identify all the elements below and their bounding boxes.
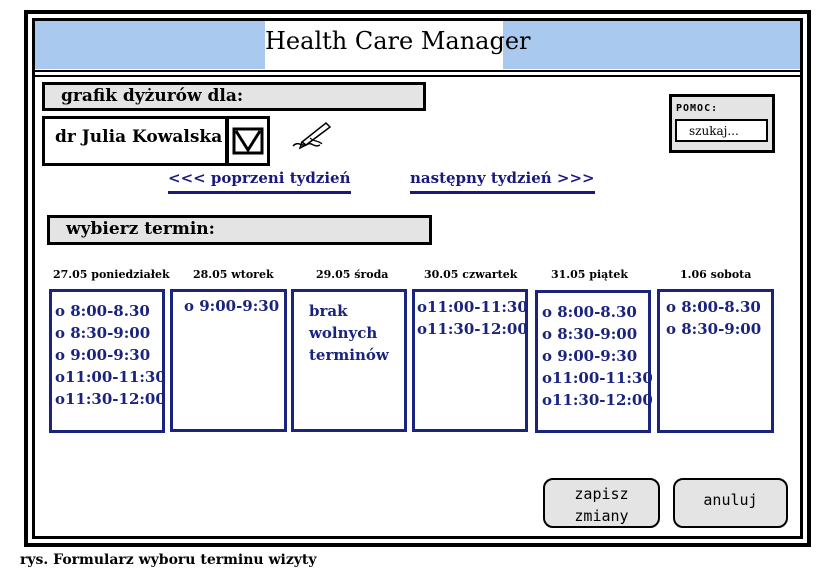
doctor-name-field: dr Julia Kowalska <box>42 116 228 166</box>
time-slot[interactable]: o11:30-12:00 <box>542 389 653 411</box>
time-slot[interactable]: o11:00-11:30 <box>542 367 653 389</box>
time-slot[interactable]: o 8:30-9:00 <box>55 322 162 344</box>
day-column-thursday: o11:00-11:30 o11:30-12:00 <box>412 289 528 432</box>
day-column-tuesday: o 9:00-9:30 <box>170 289 287 432</box>
day-header: 30.05 czwartek <box>424 268 518 281</box>
schedule-label: grafik dyżurów dla: <box>42 82 426 111</box>
time-slot[interactable]: o11:00-11:30 <box>55 366 166 388</box>
day-header: 28.05 wtorek <box>193 268 274 281</box>
day-column-monday: o 8:00-8.30 o 8:30-9:00 o 9:00-9:30 o11:… <box>49 289 166 433</box>
dropdown-toggle[interactable] <box>226 116 270 166</box>
day-header: 29.05 środa <box>316 268 389 281</box>
time-slot[interactable]: o11:00-11:30 <box>417 296 528 318</box>
app-title: Health Care Manager <box>265 21 531 69</box>
no-slots-message: brak wolnych terminów <box>309 302 389 364</box>
time-slot[interactable]: o 9:00-9:30 <box>184 295 284 317</box>
figure-caption: rys. Formularz wyboru terminu wizyty <box>20 552 317 568</box>
time-slot[interactable]: o 9:00-9:30 <box>55 344 162 366</box>
time-slot[interactable]: o 9:00-9:30 <box>542 345 648 367</box>
help-label: POMOC: <box>676 103 719 114</box>
time-slot[interactable]: o 8:30-9:00 <box>542 323 648 345</box>
day-header: 27.05 poniedziałek <box>53 268 170 281</box>
choose-term-label: wybierz termin: <box>47 215 432 245</box>
save-changes-button[interactable]: zapisz zmiany <box>543 478 660 528</box>
time-slot[interactable]: o 8:00-8.30 <box>666 296 771 318</box>
time-slot[interactable]: o 8:00-8.30 <box>542 301 648 323</box>
chevron-down-icon <box>232 127 264 155</box>
cancel-button[interactable]: anuluj <box>673 478 788 528</box>
time-slot[interactable]: o 8:30-9:00 <box>666 318 771 340</box>
pen-sign-icon[interactable] <box>288 118 334 154</box>
day-header: 1.06 sobota <box>680 268 752 281</box>
separator-line <box>35 75 800 77</box>
signature-hand-icon <box>292 121 332 150</box>
time-slot[interactable]: o11:30-12:00 <box>55 388 166 410</box>
time-slot[interactable]: o11:30-12:00 <box>417 318 528 340</box>
time-slot[interactable]: o 8:00-8.30 <box>55 300 162 322</box>
prev-week-link[interactable]: <<< poprzeni tydzień <box>168 168 351 194</box>
separator-line <box>35 70 800 72</box>
day-column-friday: o 8:00-8.30 o 8:30-9:00 o 9:00-9:30 o11:… <box>535 290 653 433</box>
search-input[interactable] <box>675 119 768 142</box>
day-header: 31.05 piątek <box>551 268 628 281</box>
next-week-link[interactable]: następny tydzień >>> <box>410 168 595 194</box>
day-column-wednesday: brak wolnych terminów <box>291 289 407 432</box>
day-column-saturday: o 8:00-8.30 o 8:30-9:00 <box>657 289 774 433</box>
